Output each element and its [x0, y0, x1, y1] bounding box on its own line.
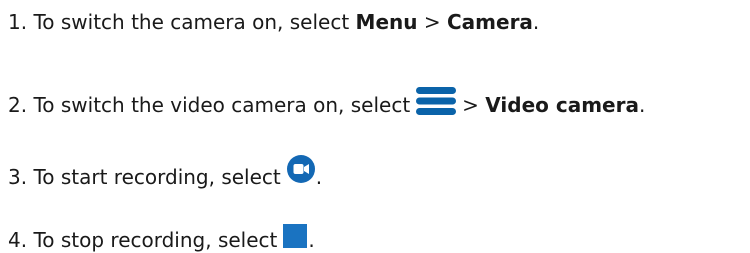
step-number: 4.	[8, 228, 28, 252]
step-text: To start recording, select	[33, 165, 281, 189]
step-2: 2. To switch the video camera on, select…	[8, 87, 645, 117]
step-4: 4. To stop recording, select .	[8, 224, 315, 252]
step-number: 1.	[8, 10, 28, 34]
step-end: .	[308, 228, 315, 252]
step-3: 3. To start recording, select .	[8, 155, 322, 189]
video-camera-label: Video camera	[485, 93, 639, 117]
separator: >	[462, 93, 479, 117]
step-number: 2.	[8, 93, 28, 117]
step-text: To stop recording, select	[33, 228, 278, 252]
step-1: 1. To switch the camera on, select Menu …	[8, 10, 539, 34]
video-record-icon	[286, 155, 315, 183]
step-end: .	[315, 165, 323, 189]
separator: >	[423, 10, 441, 34]
menu-label: Menu	[355, 10, 418, 34]
step-text: To switch the camera on, select	[33, 10, 350, 34]
step-end: .	[532, 10, 540, 34]
step-text: To switch the video camera on, select	[33, 93, 411, 117]
step-end: .	[638, 93, 646, 117]
camera-label: Camera	[446, 10, 533, 34]
step-number: 3.	[8, 165, 28, 189]
stop-icon	[283, 224, 308, 248]
menu-icon	[416, 87, 457, 115]
